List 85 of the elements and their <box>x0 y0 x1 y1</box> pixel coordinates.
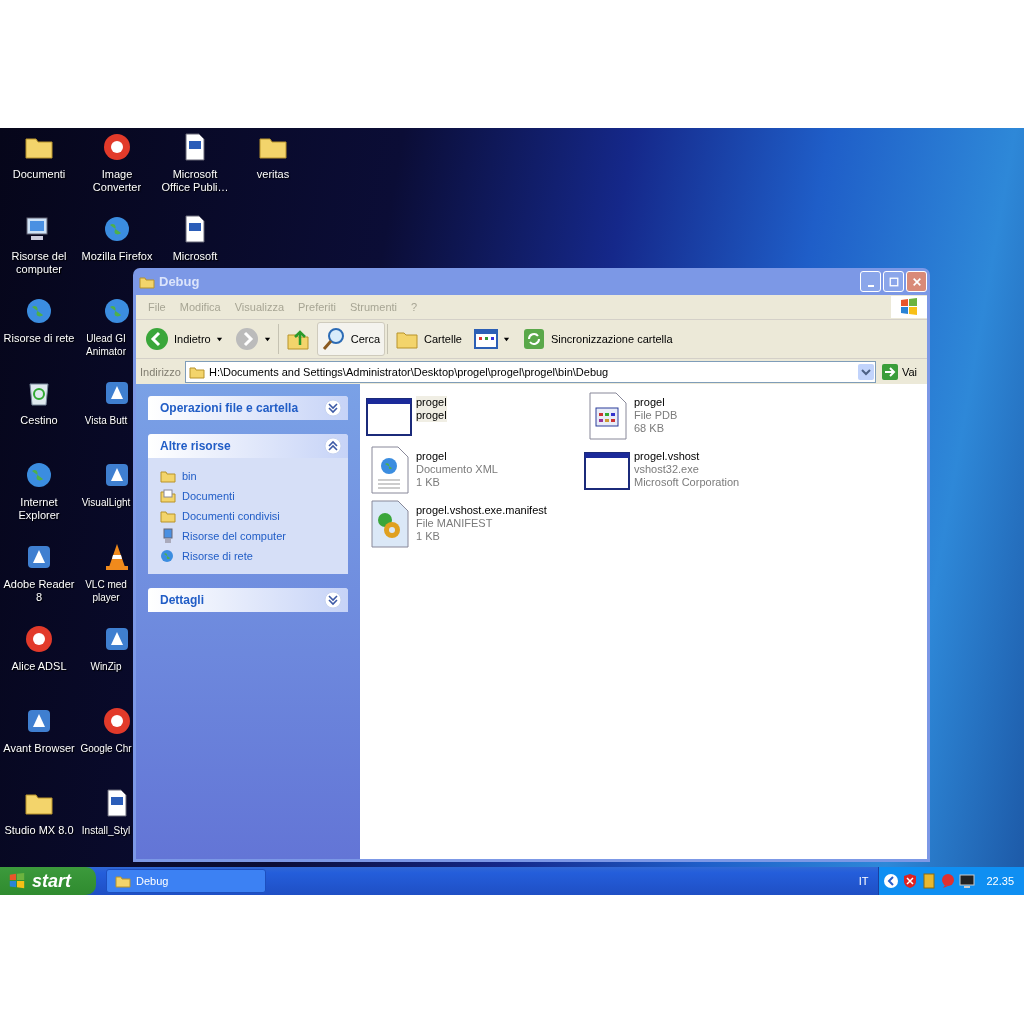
file-detail: Microsoft Corporation <box>634 476 740 489</box>
panel-header[interactable]: Dettagli <box>148 588 348 612</box>
desktop-icon-label[interactable]: Alice ADSL <box>1 660 77 673</box>
dropdown-icon[interactable] <box>857 363 874 380</box>
file-detail: 1 KB <box>416 476 440 489</box>
shield-icon[interactable] <box>902 873 919 889</box>
desktop-icon-label[interactable]: WinZip <box>80 660 132 673</box>
desktop-icon-label[interactable]: Risorse del computer <box>1 250 77 276</box>
folder-icon <box>160 468 176 484</box>
expand-chevron-icon[interactable] <box>324 399 342 417</box>
file-detail: Documento XML <box>416 463 498 476</box>
collapse-chevron-icon[interactable] <box>324 437 342 455</box>
cabinet-icon[interactable] <box>921 873 938 889</box>
panel-header[interactable]: Operazioni file e cartella <box>148 396 348 420</box>
minimize-icon <box>867 284 874 287</box>
round-logo-icon[interactable] <box>101 705 133 737</box>
caret-icon <box>263 335 271 343</box>
toolbar-button[interactable]: Cerca <box>316 322 386 356</box>
toolbar-button[interactable]: Sincronizzazione cartella <box>516 322 678 356</box>
file-name[interactable]: progel <box>416 450 447 463</box>
globe-icon <box>160 548 176 564</box>
desktop-icon-label[interactable]: Internet Explorer <box>1 496 77 522</box>
language-indicator[interactable]: IT <box>858 875 869 887</box>
search-icon <box>321 327 346 351</box>
task-link[interactable]: Risorse di rete <box>182 550 253 562</box>
go-arrow-icon <box>881 363 898 380</box>
folder-icon <box>115 873 131 889</box>
sync-icon <box>521 327 546 351</box>
desktop-icon-label[interactable]: Risorse di rete <box>1 332 77 345</box>
file-detail: progel <box>416 409 447 422</box>
go-button[interactable]: Vai <box>879 363 923 380</box>
round-logo-icon[interactable] <box>101 131 133 163</box>
file-detail: 68 KB <box>634 422 664 435</box>
desktop-icon-label[interactable]: VLC med player <box>80 578 132 604</box>
desktop-icon-label[interactable]: Mozilla Firefox <box>79 250 155 263</box>
chevron-left-icon[interactable] <box>883 873 900 889</box>
round-logo-icon[interactable] <box>23 623 55 655</box>
desktop-icon-label[interactable]: Avant Browser <box>1 742 77 755</box>
file-detail: 1 KB <box>416 530 440 543</box>
address-field[interactable]: H:\Documents and Settings\Administrator\Desktop\progel\progel\progel\bin\Debug <box>184 360 876 383</box>
window-title: Debug <box>159 274 200 289</box>
views-icon <box>473 327 498 351</box>
documents-folder-icon <box>160 488 176 504</box>
task-link[interactable]: Documenti <box>182 490 235 502</box>
desktop-icon-label[interactable]: Install_Styl <box>80 824 132 837</box>
caret-icon <box>215 335 223 343</box>
file-detail: File PDB <box>634 409 678 422</box>
monitor-icon[interactable] <box>959 873 976 889</box>
desktop-icon-label[interactable]: VisualLight <box>80 496 132 509</box>
task-link[interactable]: bin <box>182 470 197 482</box>
toolbar-button[interactable]: Indietro <box>140 322 228 356</box>
close-icon <box>911 276 922 287</box>
folder-icon <box>160 508 176 524</box>
maximize-icon <box>888 276 899 287</box>
address-label: Indirizzo <box>140 365 181 378</box>
task-link[interactable]: Documenti condivisi <box>182 510 280 522</box>
file-detail: File MANIFEST <box>416 517 493 530</box>
windows-logo-icon <box>891 296 927 318</box>
windows-logo-icon <box>8 872 26 890</box>
caret-icon <box>502 335 510 343</box>
file-detail: vshost32.exe <box>634 463 699 476</box>
file-name[interactable]: progel <box>416 396 447 409</box>
taskbar-button[interactable]: Debug <box>106 869 266 893</box>
desktop-icon-label[interactable]: Image Converter <box>79 168 155 194</box>
start-button[interactable]: start <box>0 867 96 895</box>
close-button[interactable] <box>906 271 927 292</box>
file-name[interactable]: progel <box>634 396 665 409</box>
desktop-icon-label[interactable]: Adobe Reader 8 <box>1 578 77 604</box>
desktop-icon-label[interactable]: Google Chr <box>80 742 132 755</box>
desktop-icon-label[interactable]: veritas <box>235 168 311 181</box>
file-name[interactable]: progel.vshost <box>634 450 700 463</box>
desktop-icon-label[interactable]: Microsoft Office Publi… <box>157 168 233 194</box>
expand-chevron-icon[interactable] <box>324 591 342 609</box>
panel-header[interactable]: Altre risorse <box>148 434 348 458</box>
computer-icon <box>160 528 176 544</box>
desktop-icon-label[interactable]: Ulead GI Animator <box>80 332 132 358</box>
desktop-icon-label[interactable]: Microsoft <box>157 250 233 263</box>
desktop-icon-label[interactable]: Cestino <box>1 414 77 427</box>
desktop-icon-label[interactable]: Vista Butt <box>80 414 132 427</box>
desktop-icon-label[interactable]: Documenti <box>1 168 77 181</box>
clock: 22.35 <box>986 875 1014 887</box>
file-name[interactable]: progel.vshost.exe.manifest <box>416 504 547 517</box>
task-link[interactable]: Risorse del computer <box>182 530 286 542</box>
desktop-icon-label[interactable]: Studio MX 8.0 <box>1 824 77 837</box>
toolbar-button[interactable]: Cartelle <box>390 322 467 356</box>
